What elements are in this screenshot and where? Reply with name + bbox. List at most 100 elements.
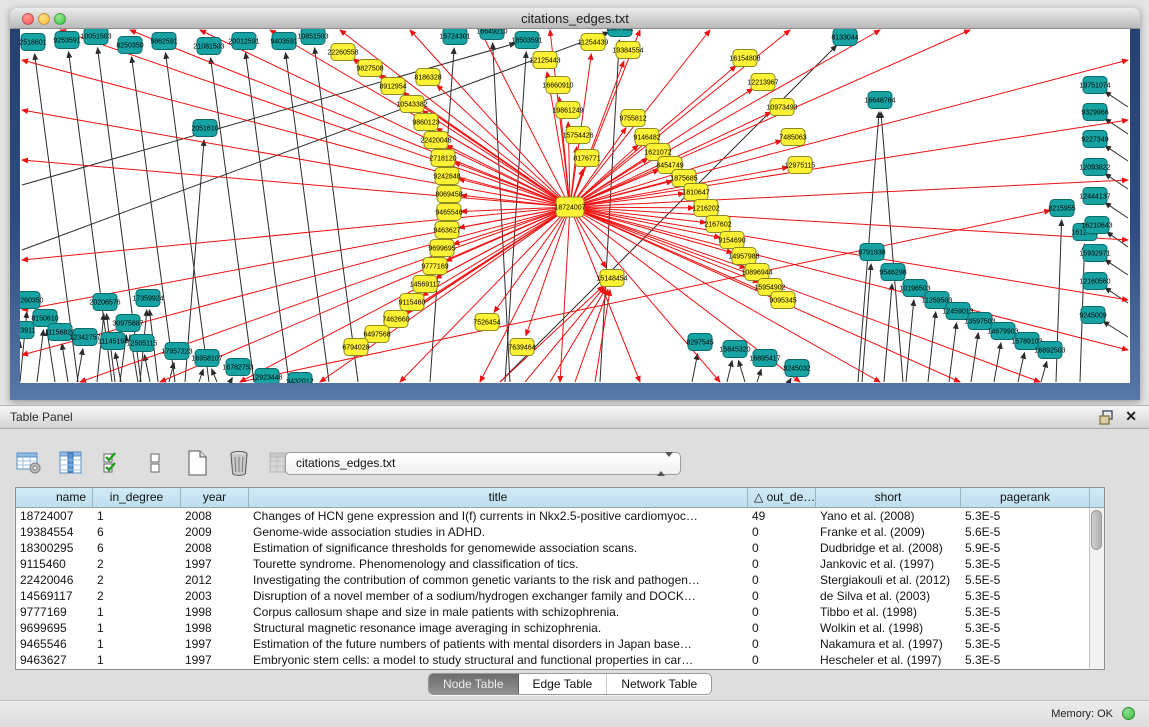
table-cell[interactable]: Structural magnetic resonance image aver… — [249, 620, 748, 636]
table-cell[interactable]: 6 — [93, 540, 181, 556]
memory-ok-indicator[interactable] — [1122, 707, 1135, 720]
table-settings-icon[interactable] — [14, 448, 44, 478]
citation-edge-black[interactable] — [166, 53, 209, 382]
cited-node[interactable]: 22420046 — [420, 132, 451, 149]
table-cell[interactable]: 1 — [93, 652, 181, 668]
table-cell[interactable]: Jankovic et al. (1997) — [816, 556, 961, 572]
citing-node[interactable]: 8297545 — [686, 334, 713, 351]
cited-node[interactable]: 9463627 — [433, 222, 460, 239]
table-cell[interactable]: 2 — [93, 572, 181, 588]
citation-edge-black[interactable] — [906, 300, 914, 382]
cited-node[interactable]: 7526454 — [473, 314, 500, 331]
citing-node[interactable]: 19751074 — [1079, 77, 1110, 94]
table-cell[interactable]: 18724007 — [16, 508, 93, 524]
scrollbar-thumb[interactable] — [1091, 510, 1102, 550]
citation-edge-black[interactable] — [1103, 321, 1128, 337]
table-row[interactable]: 1938455462009Genome-wide association stu… — [16, 524, 1104, 540]
citing-node[interactable]: 25260350 — [20, 292, 44, 309]
table-row[interactable]: 1830029562008Estimation of significance … — [16, 540, 1104, 556]
citation-edge-red[interactable] — [400, 207, 570, 382]
cited-node[interactable]: 2167602 — [704, 216, 731, 233]
cited-node[interactable]: 15148454 — [596, 270, 627, 287]
cited-node[interactable]: 2718120 — [429, 150, 456, 167]
citation-edge-black[interactable] — [1105, 203, 1128, 218]
table-cell[interactable]: 1 — [93, 620, 181, 636]
citing-node[interactable]: 8133044 — [831, 29, 858, 46]
column-header-5[interactable]: short — [816, 488, 961, 507]
citation-edge-black[interactable] — [315, 48, 358, 382]
citation-edge-black[interactable] — [1105, 146, 1128, 161]
citation-edge-red[interactable] — [22, 60, 570, 207]
vertical-scrollbar[interactable] — [1089, 508, 1104, 669]
citing-node[interactable]: 2051610 — [191, 120, 218, 137]
table-cell[interactable]: Embryonic stem cells: a model to study s… — [249, 652, 748, 668]
citation-edge-black[interactable] — [994, 343, 1001, 382]
citing-node[interactable]: 12444137 — [1079, 188, 1110, 205]
close-panel-icon[interactable]: ✕ — [1125, 408, 1137, 425]
citing-node[interactable]: 15724301 — [439, 29, 470, 45]
table-cell[interactable]: de Silva et al. (2003) — [816, 588, 961, 604]
tab-network-table[interactable]: Network Table — [607, 674, 711, 694]
table-cell[interactable]: 0 — [748, 524, 816, 540]
table-cell[interactable]: Franke et al. (2009) — [816, 524, 961, 540]
cited-node[interactable]: 11254439 — [578, 34, 609, 51]
table-cell[interactable]: 0 — [748, 556, 816, 572]
table-cell[interactable]: 2008 — [181, 508, 249, 524]
cited-node[interactable]: 15754426 — [562, 127, 593, 144]
table-cell[interactable]: 18300295 — [16, 540, 93, 556]
citation-edge-black[interactable] — [884, 284, 892, 382]
cited-node[interactable]: 9242848 — [433, 168, 460, 185]
citing-node[interactable]: 2087682 — [606, 29, 633, 37]
citation-edge-black[interactable] — [1105, 288, 1128, 303]
table-cell[interactable]: Disruption of a novel member of a sodium… — [249, 588, 748, 604]
citation-edge-black[interactable] — [37, 330, 44, 382]
table-cell[interactable]: 2003 — [181, 588, 249, 604]
table-cell[interactable]: 0 — [748, 636, 816, 652]
cited-node[interactable]: 12125443 — [529, 52, 560, 69]
table-cell[interactable]: 5.3E-5 — [961, 652, 1090, 668]
table-cell[interactable]: 1997 — [181, 652, 249, 668]
table-cell[interactable]: 1 — [93, 636, 181, 652]
table-cell[interactable]: 1998 — [181, 604, 249, 620]
citation-edge-black[interactable] — [62, 344, 68, 382]
citing-node[interactable]: 9227349 — [1081, 131, 1108, 148]
cited-node[interactable]: 12975115 — [785, 157, 816, 174]
table-row[interactable]: 946554611997Estimation of the future num… — [16, 636, 1104, 652]
citing-node[interactable]: 9245009 — [1079, 307, 1106, 324]
table-cell[interactable]: Changes of HCN gene expression and I(f) … — [249, 508, 748, 524]
table-cell[interactable]: 9463627 — [16, 652, 93, 668]
table-cell[interactable]: 0 — [748, 620, 816, 636]
citation-edge-black[interactable] — [493, 43, 510, 382]
cited-node[interactable]: 1216202 — [692, 200, 719, 217]
table-cell[interactable]: 1997 — [181, 636, 249, 652]
table-cell[interactable]: 0 — [748, 652, 816, 668]
citing-node[interactable]: 9329966 — [1081, 104, 1108, 121]
citation-edge-black[interactable] — [230, 378, 232, 382]
cited-node[interactable]: 9755812 — [619, 110, 646, 127]
table-cell[interactable]: Estimation of significance thresholds fo… — [249, 540, 748, 556]
citing-node[interactable]: 9432012 — [286, 373, 313, 384]
table-cell[interactable]: Genome-wide association studies in ADHD. — [249, 524, 748, 540]
network-canvas[interactable]: 2226055898275088912954105433829860123224… — [20, 29, 1130, 383]
cited-node[interactable]: 10543382 — [396, 96, 427, 113]
citation-edge-black[interactable] — [286, 53, 329, 382]
citing-node[interactable]: 9862591 — [150, 33, 177, 50]
cited-node[interactable]: 9115460 — [399, 294, 426, 311]
cited-node[interactable]: 7485063 — [779, 129, 806, 146]
cited-node[interactable]: 8186328 — [414, 69, 441, 86]
column-header-2[interactable]: year — [181, 488, 249, 507]
citing-node[interactable]: 12093822 — [1079, 159, 1110, 176]
citing-node[interactable]: 10051503 — [80, 29, 111, 45]
node-attribute-table[interactable]: namein_degreeyeartitle△ out_de…shortpage… — [15, 487, 1105, 670]
citing-node[interactable]: 8791938 — [858, 244, 885, 261]
table-cell[interactable]: Estimation of the future numbers of pati… — [249, 636, 748, 652]
citation-edge-black[interactable] — [1041, 362, 1047, 382]
cited-node[interactable]: 9860123 — [412, 114, 439, 131]
table-cell[interactable]: Tourette syndrome. Phenomenology and cla… — [249, 556, 748, 572]
cited-node[interactable]: 7639464 — [508, 339, 535, 356]
citing-node[interactable]: 2518601 — [20, 34, 47, 51]
tab-edge-table[interactable]: Edge Table — [519, 674, 608, 694]
citing-node[interactable]: 15845320 — [719, 341, 750, 358]
table-cell[interactable]: 1997 — [181, 556, 249, 572]
citation-edge-red[interactable] — [446, 207, 570, 261]
